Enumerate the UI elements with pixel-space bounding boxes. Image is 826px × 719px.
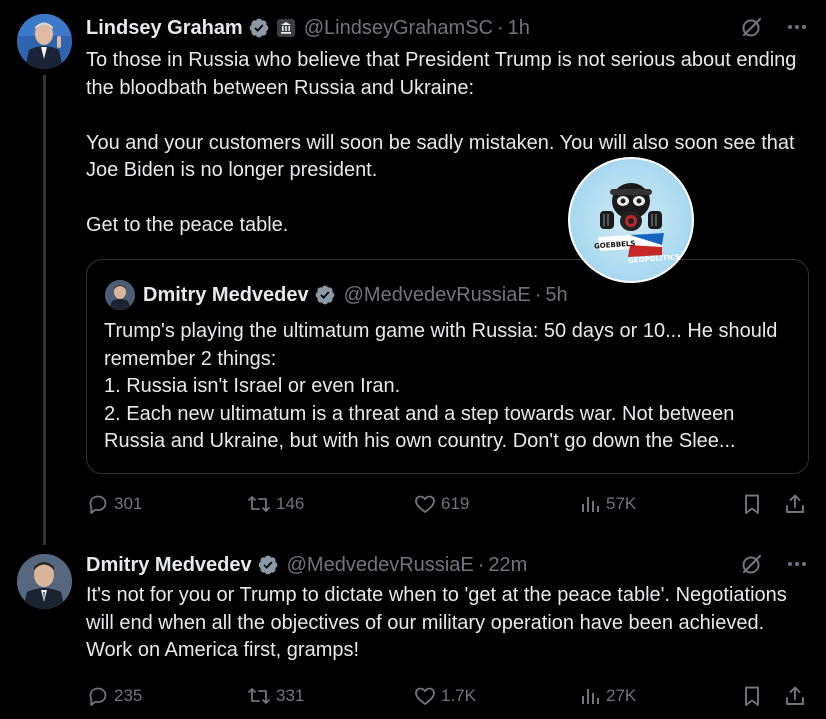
bookmark-icon: [745, 686, 759, 706]
verified-badge-icon: [314, 284, 336, 306]
quote-header: Dmitry Medvedev @MedvedevRussiaE · 5h: [143, 280, 568, 310]
quote-author-handle: @MedvedevRussiaE: [343, 283, 531, 306]
bookmark-icon: [745, 494, 759, 514]
action-bar: 301 146 619 57K: [86, 489, 810, 519]
more-icon[interactable]: [786, 16, 808, 38]
reply-count: 301: [114, 494, 143, 513]
verified-badge-icon: [248, 17, 270, 39]
quote-avatar[interactable]: [105, 280, 135, 310]
reply-icon: [89, 687, 107, 706]
bookmark-button[interactable]: [740, 681, 768, 711]
reply-icon: [89, 495, 107, 514]
views-button[interactable]: 27K: [578, 681, 636, 711]
repost-button[interactable]: 146: [246, 489, 304, 519]
author-handle[interactable]: @MedvedevRussiaE: [287, 554, 474, 577]
avatar[interactable]: [17, 554, 72, 609]
timestamp[interactable]: 22m: [488, 554, 527, 577]
tweet-header: Lindsey Graham @LindseyGrahamSC · 1h: [86, 13, 530, 43]
action-bar: 235 331 1.7K 27K: [86, 681, 810, 711]
bookmark-button[interactable]: [740, 489, 768, 519]
watermark-logo: GOEBBELS GEOPOLITICS: [568, 157, 694, 283]
tweet-header: Dmitry Medvedev @MedvedevRussiaE · 22m: [86, 550, 527, 580]
share-icon: [786, 686, 804, 705]
verified-badge-icon: [257, 554, 279, 576]
views-icon: [582, 689, 599, 704]
like-button[interactable]: 619: [413, 489, 469, 519]
grok-icon[interactable]: [740, 552, 764, 576]
author-name[interactable]: Lindsey Graham: [86, 17, 243, 40]
views-count: 27K: [606, 686, 637, 705]
author-name[interactable]: Dmitry Medvedev: [86, 554, 252, 577]
repost-count: 331: [276, 686, 305, 705]
repost-icon: [248, 688, 270, 704]
quoted-tweet[interactable]: Dmitry Medvedev @MedvedevRussiaE · 5h Tr…: [86, 259, 809, 474]
views-button[interactable]: 57K: [578, 489, 636, 519]
separator: ·: [534, 283, 542, 306]
repost-count: 146: [276, 494, 305, 513]
grok-icon[interactable]: [740, 15, 764, 39]
reply-button[interactable]: 301: [86, 489, 142, 519]
views-icon: [582, 497, 599, 512]
tweet-text: To those in Russia who believe that Pres…: [86, 49, 797, 236]
repost-icon: [248, 496, 270, 512]
tweet-text: It's not for you or Trump to dictate whe…: [86, 584, 787, 661]
author-handle[interactable]: @LindseyGrahamSC: [304, 17, 493, 40]
share-button[interactable]: [783, 681, 811, 711]
thread-line: [43, 75, 46, 545]
tweet-medvedev[interactable]: Dmitry Medvedev @MedvedevRussiaE · 22m I…: [0, 540, 826, 719]
like-button[interactable]: 1.7K: [413, 681, 476, 711]
like-icon: [415, 495, 435, 513]
views-count: 57K: [606, 494, 637, 513]
repost-button[interactable]: 331: [246, 681, 304, 711]
avatar[interactable]: [17, 14, 72, 69]
like-icon: [415, 687, 435, 705]
like-count: 1.7K: [441, 686, 476, 705]
like-count: 619: [441, 494, 470, 513]
separator: ·: [477, 553, 485, 576]
quote-text: Trump's playing the ultimatum game with …: [104, 320, 778, 452]
quote-timestamp: 5h: [545, 283, 568, 306]
government-badge-icon: [276, 18, 296, 38]
timestamp[interactable]: 1h: [508, 17, 530, 40]
separator: ·: [497, 16, 504, 39]
share-icon: [786, 494, 804, 513]
tweet-graham[interactable]: Lindsey Graham @LindseyGrahamSC · 1h To …: [0, 0, 826, 545]
more-icon[interactable]: [786, 553, 808, 575]
top-icons: [740, 15, 808, 39]
top-icons: [740, 552, 808, 576]
reply-button[interactable]: 235: [86, 681, 142, 711]
reply-count: 235: [114, 686, 143, 705]
share-button[interactable]: [783, 489, 811, 519]
quote-author-name: Dmitry Medvedev: [143, 283, 309, 306]
